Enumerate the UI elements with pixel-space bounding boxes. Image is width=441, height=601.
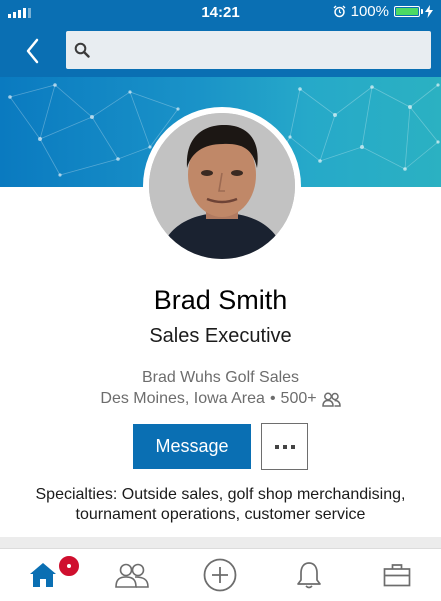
location-row: Des Moines, Iowa Area • 500+ <box>0 390 441 408</box>
more-icon <box>274 444 279 449</box>
battery-icon <box>394 6 423 17</box>
nav-network[interactable] <box>107 557 157 593</box>
chevron-left-icon[interactable] <box>22 37 46 65</box>
notification-badge <box>57 554 81 578</box>
search-icon <box>74 42 90 58</box>
profile-company[interactable]: Brad Wuhs Golf Sales <box>0 369 441 387</box>
separator-dot: • <box>269 390 276 407</box>
more-options-button[interactable] <box>261 423 308 470</box>
home-icon <box>30 563 56 587</box>
status-right: 100% <box>333 3 433 20</box>
person-portrait <box>149 113 295 259</box>
battery-level <box>396 8 418 15</box>
post-icon <box>203 558 237 592</box>
profile-photo <box>149 113 295 259</box>
nav-post[interactable] <box>195 557 245 593</box>
network-icon <box>115 563 149 588</box>
connections-count[interactable]: 500+ <box>281 390 317 408</box>
message-button[interactable]: Message <box>133 424 251 469</box>
profile-specialties: Specialties: Outside sales, golf shop me… <box>35 486 406 523</box>
avatar[interactable] <box>143 107 301 265</box>
jobs-icon <box>383 564 411 587</box>
alarm-icon <box>333 5 346 18</box>
nav-notifications[interactable] <box>284 557 334 593</box>
top-bar: 14:21 100% <box>0 0 441 77</box>
profile-name: Brad Smith <box>153 285 288 315</box>
profile-headline: Sales Executive <box>149 325 292 347</box>
battery-percentage: 100% <box>350 3 389 20</box>
search-input[interactable] <box>96 31 421 69</box>
search-box[interactable] <box>66 31 431 69</box>
status-bar: 14:21 100% <box>0 0 441 24</box>
connections-icon <box>321 392 341 407</box>
profile-location: Des Moines, Iowa Area <box>100 390 265 407</box>
charging-icon <box>425 5 433 18</box>
nav-jobs[interactable] <box>372 557 422 593</box>
notifications-icon <box>297 562 321 589</box>
